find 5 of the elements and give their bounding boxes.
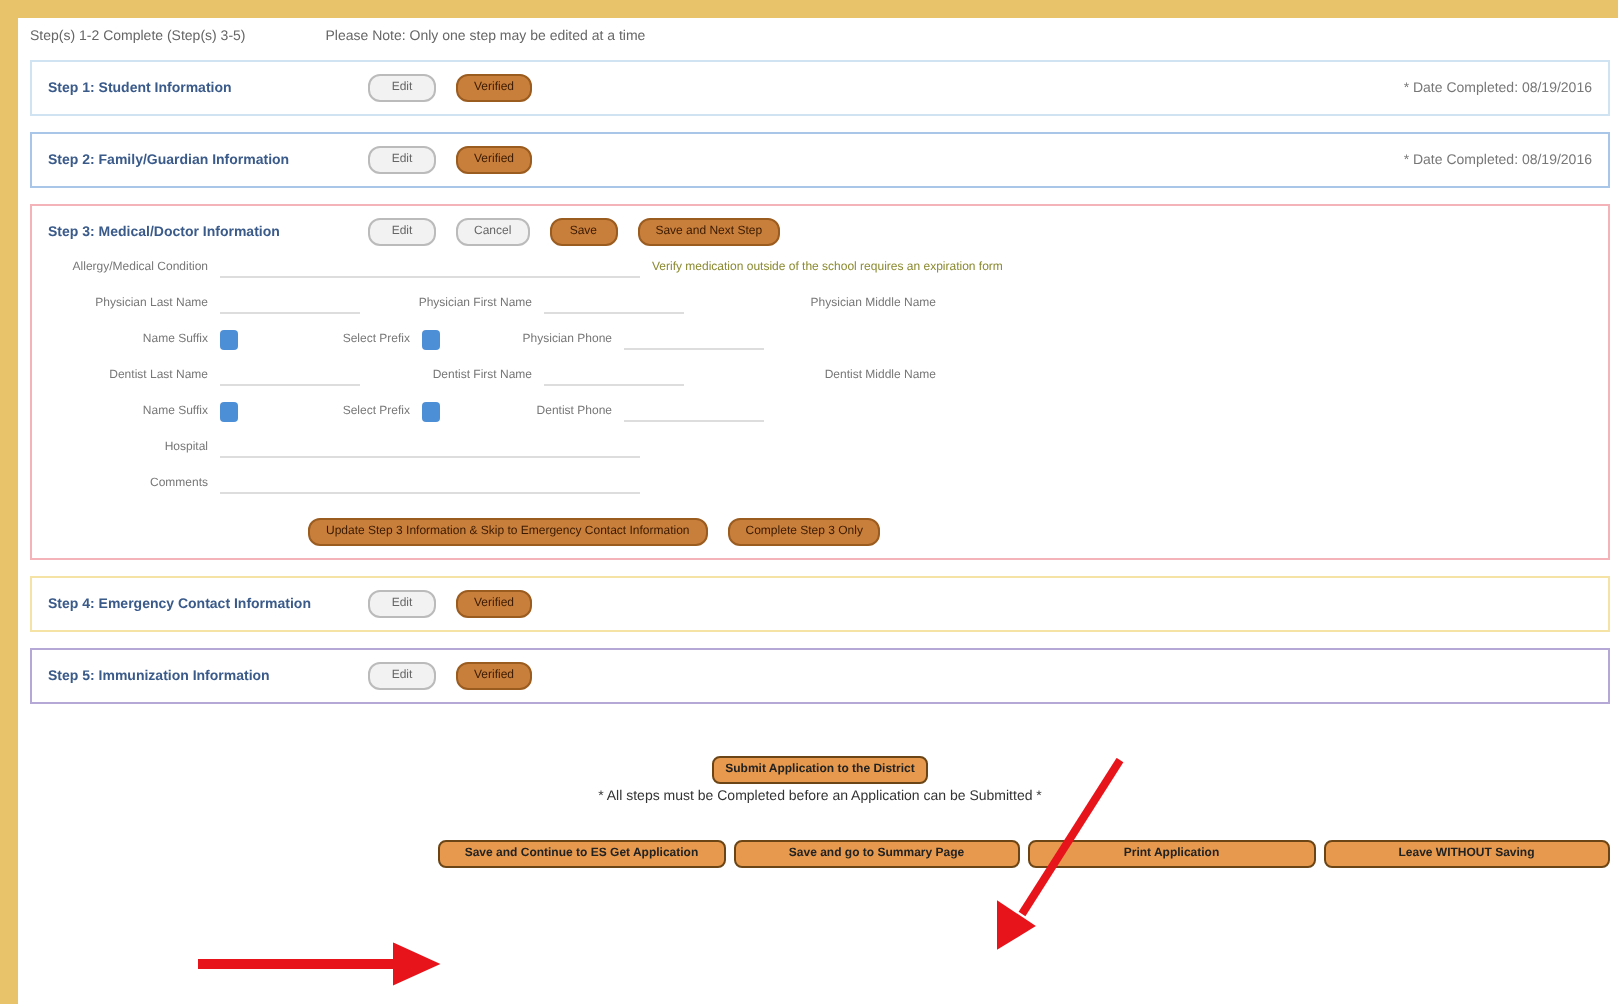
dropdown-icon[interactable] [220, 330, 238, 350]
dropdown-icon[interactable] [422, 330, 440, 350]
dropdown-icon[interactable] [422, 402, 440, 422]
dropdown-icon[interactable] [220, 402, 238, 422]
arrow-icon [198, 942, 442, 986]
